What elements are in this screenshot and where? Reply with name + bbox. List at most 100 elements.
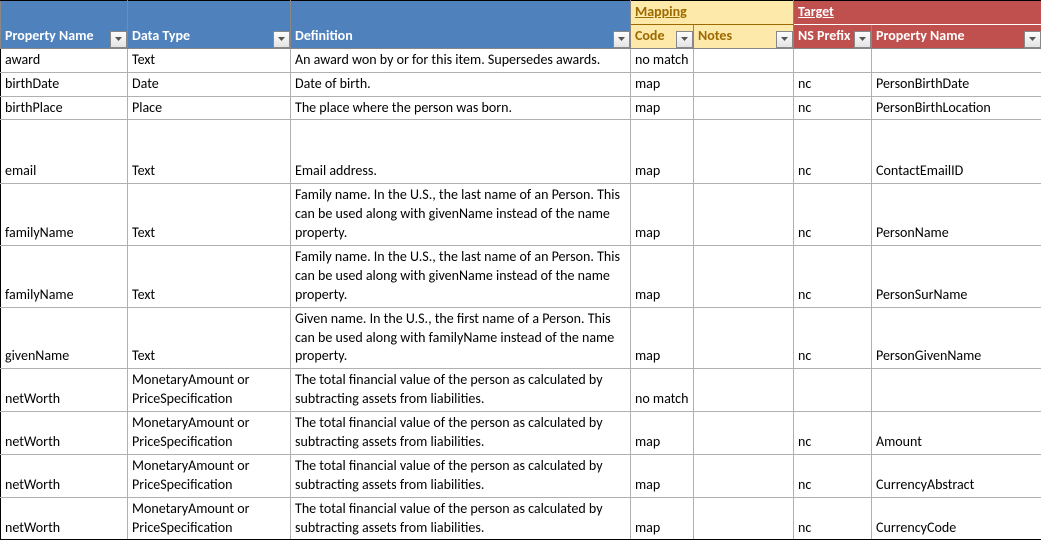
cell-data-type[interactable]: Text bbox=[128, 246, 291, 308]
cell-notes[interactable] bbox=[694, 120, 794, 184]
cell-code[interactable]: map bbox=[631, 246, 694, 308]
cell-target-property-name[interactable]: PersonSurName bbox=[872, 246, 1041, 308]
filter-icon[interactable] bbox=[1024, 31, 1041, 48]
cell-code[interactable]: map bbox=[631, 72, 694, 96]
cell-property-name[interactable]: netWorth bbox=[1, 497, 128, 540]
cell-code[interactable]: no match bbox=[631, 48, 694, 72]
cell-target-property-name[interactable] bbox=[872, 48, 1041, 72]
cell-code[interactable]: map bbox=[631, 120, 694, 184]
cell-ns-prefix[interactable]: nc bbox=[794, 184, 872, 246]
table-row: birthPlacePlaceThe place where the perso… bbox=[1, 96, 1041, 120]
cell-definition[interactable]: An award won by or for this item. Supers… bbox=[291, 48, 631, 72]
cell-notes[interactable] bbox=[694, 369, 794, 412]
cell-notes[interactable] bbox=[694, 307, 794, 369]
super-header-target-label: Target bbox=[798, 3, 834, 20]
cell-ns-prefix[interactable]: nc bbox=[794, 72, 872, 96]
col-header-label: Data Type bbox=[132, 27, 190, 44]
col-header-property-name[interactable]: Property Name bbox=[1, 24, 128, 48]
cell-definition[interactable]: Family name. In the U.S., the last name … bbox=[291, 246, 631, 308]
cell-data-type[interactable]: Place bbox=[128, 96, 291, 120]
cell-notes[interactable] bbox=[694, 412, 794, 455]
col-header-label: NS Prefix bbox=[798, 27, 850, 44]
cell-notes[interactable] bbox=[694, 96, 794, 120]
cell-ns-prefix[interactable]: nc bbox=[794, 307, 872, 369]
cell-property-name[interactable]: familyName bbox=[1, 184, 128, 246]
cell-code[interactable]: map bbox=[631, 96, 694, 120]
cell-property-name[interactable]: familyName bbox=[1, 246, 128, 308]
table-row: familyNameTextFamily name. In the U.S., … bbox=[1, 184, 1041, 246]
cell-property-name[interactable]: email bbox=[1, 120, 128, 184]
cell-ns-prefix[interactable] bbox=[794, 369, 872, 412]
cell-data-type[interactable]: MonetaryAmount or PriceSpecification bbox=[128, 497, 291, 540]
cell-ns-prefix[interactable]: nc bbox=[794, 454, 872, 497]
cell-notes[interactable] bbox=[694, 72, 794, 96]
cell-data-type[interactable]: Date bbox=[128, 72, 291, 96]
filter-icon[interactable] bbox=[613, 31, 630, 48]
cell-code[interactable]: map bbox=[631, 497, 694, 540]
cell-data-type[interactable]: Text bbox=[128, 307, 291, 369]
cell-ns-prefix[interactable]: nc bbox=[794, 96, 872, 120]
cell-definition[interactable]: The place where the person was born. bbox=[291, 96, 631, 120]
cell-target-property-name[interactable]: PersonName bbox=[872, 184, 1041, 246]
cell-property-name[interactable]: netWorth bbox=[1, 369, 128, 412]
cell-property-name[interactable]: givenName bbox=[1, 307, 128, 369]
cell-ns-prefix[interactable] bbox=[794, 48, 872, 72]
cell-code[interactable]: map bbox=[631, 454, 694, 497]
cell-property-name[interactable]: award bbox=[1, 48, 128, 72]
cell-notes[interactable] bbox=[694, 48, 794, 72]
cell-notes[interactable] bbox=[694, 454, 794, 497]
col-header-data-type[interactable]: Data Type bbox=[128, 24, 291, 48]
cell-ns-prefix[interactable]: nc bbox=[794, 246, 872, 308]
cell-definition[interactable]: The total financial value of the person … bbox=[291, 369, 631, 412]
col-header-target-property-name[interactable]: Property Name bbox=[872, 24, 1041, 48]
cell-property-name[interactable]: birthDate bbox=[1, 72, 128, 96]
col-header-definition[interactable]: Definition bbox=[291, 24, 631, 48]
col-header-label: Code bbox=[635, 27, 665, 44]
super-header-row: Mapping Target bbox=[1, 1, 1041, 25]
filter-icon[interactable] bbox=[776, 31, 793, 48]
cell-data-type[interactable]: MonetaryAmount or PriceSpecification bbox=[128, 369, 291, 412]
cell-definition[interactable]: Email address. bbox=[291, 120, 631, 184]
filter-icon[interactable] bbox=[273, 31, 290, 48]
cell-definition[interactable]: Given name. In the U.S., the first name … bbox=[291, 307, 631, 369]
super-header-mapping-label: Mapping bbox=[635, 3, 687, 20]
table-row: awardTextAn award won by or for this ite… bbox=[1, 48, 1041, 72]
filter-icon[interactable] bbox=[854, 31, 871, 48]
cell-data-type[interactable]: Text bbox=[128, 48, 291, 72]
cell-ns-prefix[interactable]: nc bbox=[794, 497, 872, 540]
filter-icon[interactable] bbox=[676, 31, 693, 48]
cell-target-property-name[interactable]: PersonBirthDate bbox=[872, 72, 1041, 96]
cell-code[interactable]: no match bbox=[631, 369, 694, 412]
cell-definition[interactable]: Family name. In the U.S., the last name … bbox=[291, 184, 631, 246]
cell-notes[interactable] bbox=[694, 184, 794, 246]
cell-property-name[interactable]: netWorth bbox=[1, 412, 128, 455]
cell-data-type[interactable]: MonetaryAmount or PriceSpecification bbox=[128, 454, 291, 497]
col-header-code[interactable]: Code bbox=[631, 24, 694, 48]
cell-ns-prefix[interactable]: nc bbox=[794, 412, 872, 455]
cell-code[interactable]: map bbox=[631, 412, 694, 455]
cell-code[interactable]: map bbox=[631, 307, 694, 369]
cell-property-name[interactable]: netWorth bbox=[1, 454, 128, 497]
cell-data-type[interactable]: Text bbox=[128, 184, 291, 246]
cell-data-type[interactable]: Text bbox=[128, 120, 291, 184]
cell-property-name[interactable]: birthPlace bbox=[1, 96, 128, 120]
cell-target-property-name[interactable]: ContactEmailID bbox=[872, 120, 1041, 184]
cell-data-type[interactable]: MonetaryAmount or PriceSpecification bbox=[128, 412, 291, 455]
cell-code[interactable]: map bbox=[631, 184, 694, 246]
filter-icon[interactable] bbox=[110, 31, 127, 48]
col-header-notes[interactable]: Notes bbox=[694, 24, 794, 48]
cell-target-property-name[interactable]: Amount bbox=[872, 412, 1041, 455]
cell-target-property-name[interactable]: PersonBirthLocation bbox=[872, 96, 1041, 120]
cell-definition[interactable]: The total financial value of the person … bbox=[291, 412, 631, 455]
cell-target-property-name[interactable]: CurrencyAbstract bbox=[872, 454, 1041, 497]
cell-target-property-name[interactable]: PersonGivenName bbox=[872, 307, 1041, 369]
cell-target-property-name[interactable] bbox=[872, 369, 1041, 412]
cell-notes[interactable] bbox=[694, 246, 794, 308]
cell-definition[interactable]: The total financial value of the person … bbox=[291, 497, 631, 540]
cell-definition[interactable]: The total financial value of the person … bbox=[291, 454, 631, 497]
cell-target-property-name[interactable]: CurrencyCode bbox=[872, 497, 1041, 540]
col-header-ns-prefix[interactable]: NS Prefix bbox=[794, 24, 872, 48]
cell-ns-prefix[interactable]: nc bbox=[794, 120, 872, 184]
cell-definition[interactable]: Date of birth. bbox=[291, 72, 631, 96]
cell-notes[interactable] bbox=[694, 497, 794, 540]
